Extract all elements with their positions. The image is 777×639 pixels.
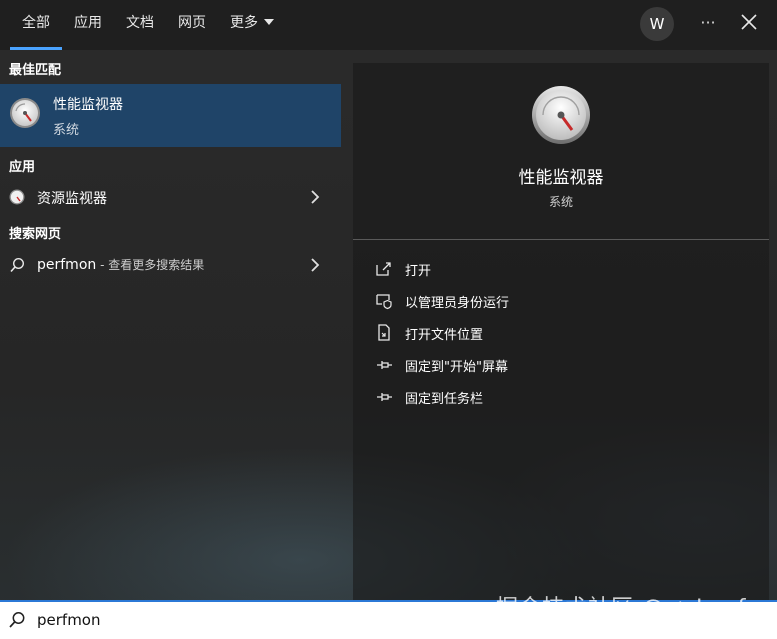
web-query: perfmon: [37, 257, 97, 273]
web-hint: - 查看更多搜索结果: [96, 258, 205, 272]
action-open-file-location[interactable]: 打开文件位置: [375, 322, 755, 344]
action-label: 固定到"开始"屏幕: [405, 360, 508, 375]
action-pin-to-start[interactable]: 固定到"开始"屏幕: [375, 354, 755, 376]
best-match-subtitle: 系统: [53, 123, 80, 138]
tab-label: 网页: [178, 15, 206, 31]
shield-icon: [376, 294, 392, 310]
search-icon: [9, 612, 25, 628]
action-label: 以管理员身份运行: [405, 296, 510, 311]
tab-label: 应用: [74, 15, 102, 31]
chevron-right-icon: [311, 190, 320, 204]
search-input[interactable]: [37, 607, 477, 633]
tab-documents[interactable]: 文档: [126, 0, 154, 50]
detail-subtitle: 系统: [548, 195, 573, 209]
results-panel: 最佳匹配 性能监视器 系统 应用 资源监视器 搜索网页 perfmon - 查看…: [0, 50, 341, 600]
watermark: 掘金技术社区 @ 丶Loaf: [496, 596, 747, 621]
detail-title: 性能监视器: [518, 168, 604, 188]
action-label: 打开文件位置: [405, 328, 484, 343]
top-bar: 全部 应用 文档 网页 更多 W ···: [0, 0, 777, 50]
list-item-web-search[interactable]: perfmon - 查看更多搜索结果: [0, 249, 341, 281]
action-pin-to-taskbar[interactable]: 固定到任务栏: [375, 386, 755, 408]
detail-panel: 性能监视器 系统 打开 以管理员身份运行 打开文件位置 固定到"开始"屏幕 固定…: [353, 63, 769, 600]
tab-all[interactable]: 全部: [10, 0, 62, 50]
list-item-label: 资源监视器: [37, 191, 107, 207]
action-label: 固定到任务栏: [405, 392, 484, 407]
gauge-icon: [10, 98, 40, 128]
pin-icon: [377, 393, 392, 401]
tab-web[interactable]: 网页: [178, 0, 206, 50]
best-match-item[interactable]: 性能监视器 系统: [0, 84, 341, 147]
chevron-right-icon: [311, 258, 320, 272]
caret-down-icon: [264, 19, 274, 25]
tab-apps[interactable]: 应用: [74, 0, 102, 50]
tab-label: 更多: [230, 15, 258, 31]
tab-label: 文档: [126, 15, 154, 31]
file-location-icon: [378, 324, 390, 341]
search-icon: [10, 257, 25, 273]
action-run-as-admin[interactable]: 以管理员身份运行: [375, 290, 755, 312]
section-best-match: 最佳匹配: [9, 63, 62, 78]
close-icon[interactable]: [738, 11, 760, 33]
avatar[interactable]: W: [640, 7, 674, 41]
best-match-title: 性能监视器: [53, 97, 123, 113]
tab-more[interactable]: 更多: [230, 0, 274, 50]
gauge-icon: [9, 189, 25, 205]
section-web: 搜索网页: [9, 227, 62, 242]
action-open[interactable]: 打开: [375, 258, 755, 280]
pin-icon: [377, 361, 392, 369]
section-apps: 应用: [9, 160, 36, 175]
list-item-resource-monitor[interactable]: 资源监视器: [0, 181, 341, 213]
divider: [353, 239, 769, 240]
action-label: 打开: [405, 264, 432, 279]
tab-label: 全部: [22, 15, 50, 31]
gauge-icon: [532, 86, 590, 144]
more-options-icon[interactable]: ···: [696, 10, 720, 38]
open-icon: [376, 262, 391, 276]
avatar-letter: W: [649, 15, 665, 33]
web-search-text: perfmon - 查看更多搜索结果: [37, 256, 204, 273]
